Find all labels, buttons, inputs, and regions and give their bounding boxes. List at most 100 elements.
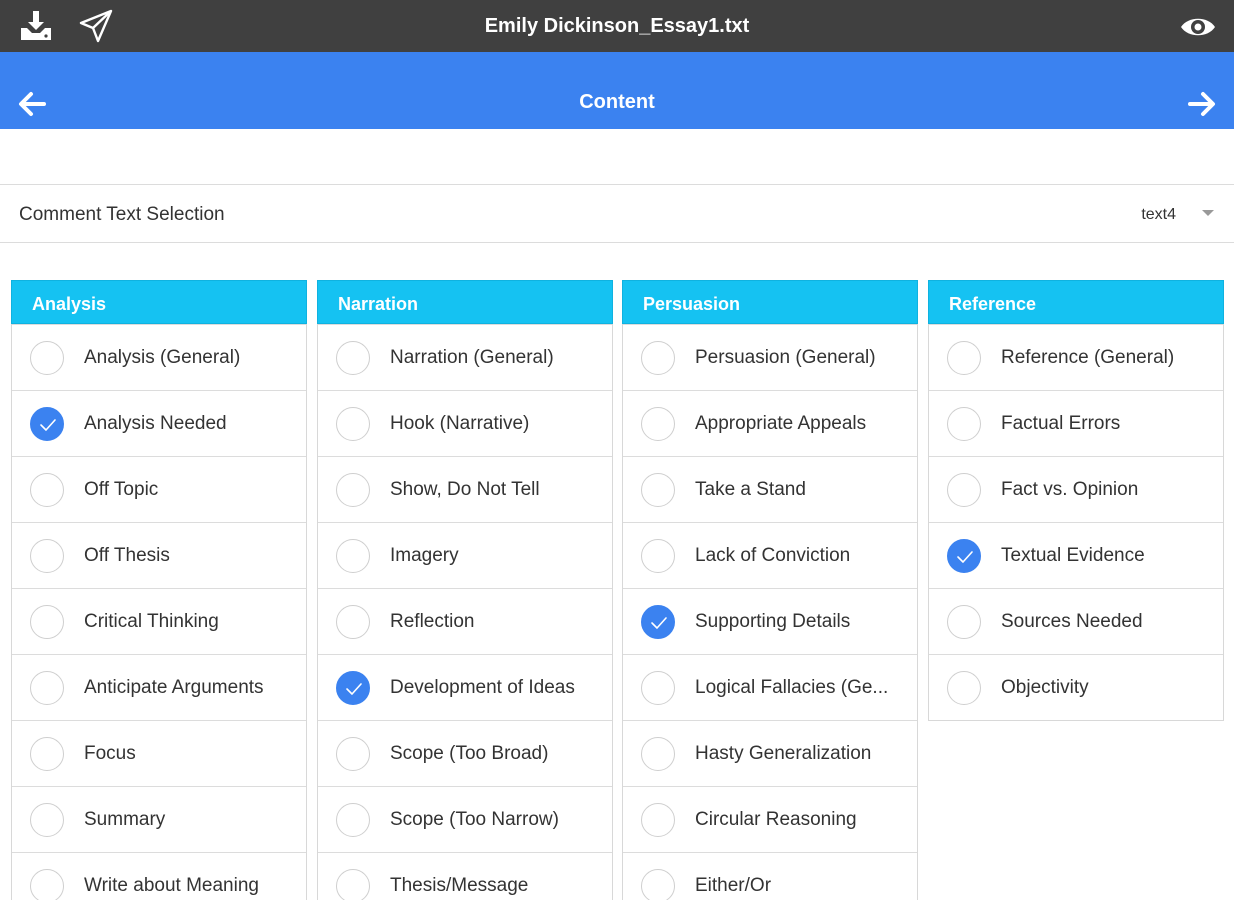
radio-circle[interactable]	[947, 671, 981, 705]
radio-circle[interactable]	[336, 605, 370, 639]
radio-circle[interactable]	[336, 539, 370, 573]
list-item[interactable]: Textual Evidence	[929, 522, 1223, 588]
list-item[interactable]: Anticipate Arguments	[12, 654, 306, 720]
radio-circle[interactable]	[641, 737, 675, 771]
list-item-label: Anticipate Arguments	[84, 677, 264, 698]
list-item[interactable]: Write about Meaning	[12, 852, 306, 900]
list-item[interactable]: Summary	[12, 786, 306, 852]
list-item[interactable]: Hasty Generalization	[623, 720, 917, 786]
chevron-down-icon	[1202, 210, 1214, 216]
list-item-label: Focus	[84, 743, 136, 764]
section-title: Content	[579, 91, 655, 113]
list-item-label: Either/Or	[695, 875, 772, 896]
list-item-label: Narration (General)	[390, 347, 554, 368]
radio-circle[interactable]	[30, 803, 64, 837]
comment-text-selection-row: Comment Text Selection text4	[0, 184, 1234, 243]
list-item[interactable]: Scope (Too Narrow)	[318, 786, 612, 852]
radio-circle[interactable]	[947, 407, 981, 441]
list-item[interactable]: Development of Ideas	[318, 654, 612, 720]
list-item-label: Show, Do Not Tell	[390, 479, 540, 500]
list-item[interactable]: Circular Reasoning	[623, 786, 917, 852]
radio-circle[interactable]	[336, 341, 370, 375]
list-item[interactable]: Analysis Needed	[12, 390, 306, 456]
list-item-label: Objectivity	[1001, 677, 1089, 698]
list-item-label: Reference (General)	[1001, 347, 1175, 368]
radio-circle[interactable]	[336, 737, 370, 771]
list-item-label: Fact vs. Opinion	[1001, 479, 1139, 500]
arrow-right-icon[interactable]	[1186, 88, 1218, 120]
radio-circle[interactable]	[641, 407, 675, 441]
section-nav-bar: Content	[0, 52, 1234, 129]
list-item[interactable]: Either/Or	[623, 852, 917, 900]
radio-circle[interactable]	[947, 473, 981, 507]
list-item[interactable]: Hook (Narrative)	[318, 390, 612, 456]
list-item-label: Persuasion (General)	[695, 347, 876, 368]
column-header: Narration	[317, 280, 613, 324]
list-item[interactable]: Factual Errors	[929, 390, 1223, 456]
radio-circle[interactable]	[336, 803, 370, 837]
checkmark-icon[interactable]	[336, 671, 370, 705]
list-item[interactable]: Critical Thinking	[12, 588, 306, 654]
list-item[interactable]: Reference (General)	[929, 324, 1223, 390]
radio-circle[interactable]	[30, 605, 64, 639]
list-item[interactable]: Appropriate Appeals	[623, 390, 917, 456]
list-item[interactable]: Fact vs. Opinion	[929, 456, 1223, 522]
list-item[interactable]: Thesis/Message	[318, 852, 612, 900]
list-item[interactable]: Lack of Conviction	[623, 522, 917, 588]
list-item-label: Reflection	[390, 611, 475, 632]
radio-circle[interactable]	[947, 605, 981, 639]
list-item-label: Imagery	[390, 545, 459, 566]
list-item[interactable]: Logical Fallacies (Ge...	[623, 654, 917, 720]
list-item[interactable]: Off Topic	[12, 456, 306, 522]
list-item-label: Development of Ideas	[390, 677, 575, 698]
list-item-label: Hasty Generalization	[695, 743, 872, 764]
list-item[interactable]: Narration (General)	[318, 324, 612, 390]
list-item[interactable]: Show, Do Not Tell	[318, 456, 612, 522]
column-persuasion: Persuasion Persuasion (General) Appropriat…	[622, 280, 918, 900]
list-item-label: Off Topic	[84, 479, 159, 500]
list-item-label: Supporting Details	[695, 611, 851, 632]
list-item[interactable]: Objectivity	[929, 654, 1223, 720]
radio-circle[interactable]	[30, 539, 64, 573]
list-item-label: Hook (Narrative)	[390, 413, 530, 434]
radio-circle[interactable]	[30, 737, 64, 771]
list-item[interactable]: Take a Stand	[623, 456, 917, 522]
comment-text-select[interactable]: text4	[1112, 185, 1222, 244]
radio-circle[interactable]	[336, 869, 370, 900]
list-item[interactable]: Imagery	[318, 522, 612, 588]
list-item[interactable]: Sources Needed	[929, 588, 1223, 654]
list-item-label: Write about Meaning	[84, 875, 259, 896]
list-item[interactable]: Focus	[12, 720, 306, 786]
list-item-label: Thesis/Message	[390, 875, 529, 896]
list-item-label: Summary	[84, 809, 166, 830]
radio-circle[interactable]	[947, 341, 981, 375]
list-item-label: Appropriate Appeals	[695, 413, 867, 434]
radio-circle[interactable]	[641, 869, 675, 900]
checkmark-icon[interactable]	[641, 605, 675, 639]
radio-circle[interactable]	[30, 341, 64, 375]
checkmark-icon[interactable]	[947, 539, 981, 573]
list-item[interactable]: Off Thesis	[12, 522, 306, 588]
eye-icon[interactable]	[1179, 8, 1215, 44]
radio-circle[interactable]	[641, 473, 675, 507]
comment-text-select-value: text4	[1141, 206, 1176, 223]
radio-circle[interactable]	[641, 341, 675, 375]
radio-circle[interactable]	[336, 407, 370, 441]
list-item[interactable]: Scope (Too Broad)	[318, 720, 612, 786]
radio-circle[interactable]	[30, 869, 64, 900]
list-item-label: Textual Evidence	[1001, 545, 1145, 566]
checkmark-icon[interactable]	[30, 407, 64, 441]
list-item[interactable]: Persuasion (General)	[623, 324, 917, 390]
comment-text-selection-label: Comment Text Selection	[19, 204, 225, 225]
list-item[interactable]: Reflection	[318, 588, 612, 654]
radio-circle[interactable]	[641, 539, 675, 573]
column-analysis: Analysis Analysis (General) Analysis Neede…	[11, 280, 307, 900]
radio-circle[interactable]	[336, 473, 370, 507]
radio-circle[interactable]	[30, 671, 64, 705]
radio-circle[interactable]	[641, 671, 675, 705]
file-title: Emily Dickinson_Essay1.txt	[484, 15, 750, 37]
radio-circle[interactable]	[641, 803, 675, 837]
list-item[interactable]: Supporting Details	[623, 588, 917, 654]
radio-circle[interactable]	[30, 473, 64, 507]
list-item[interactable]: Analysis (General)	[12, 324, 306, 390]
